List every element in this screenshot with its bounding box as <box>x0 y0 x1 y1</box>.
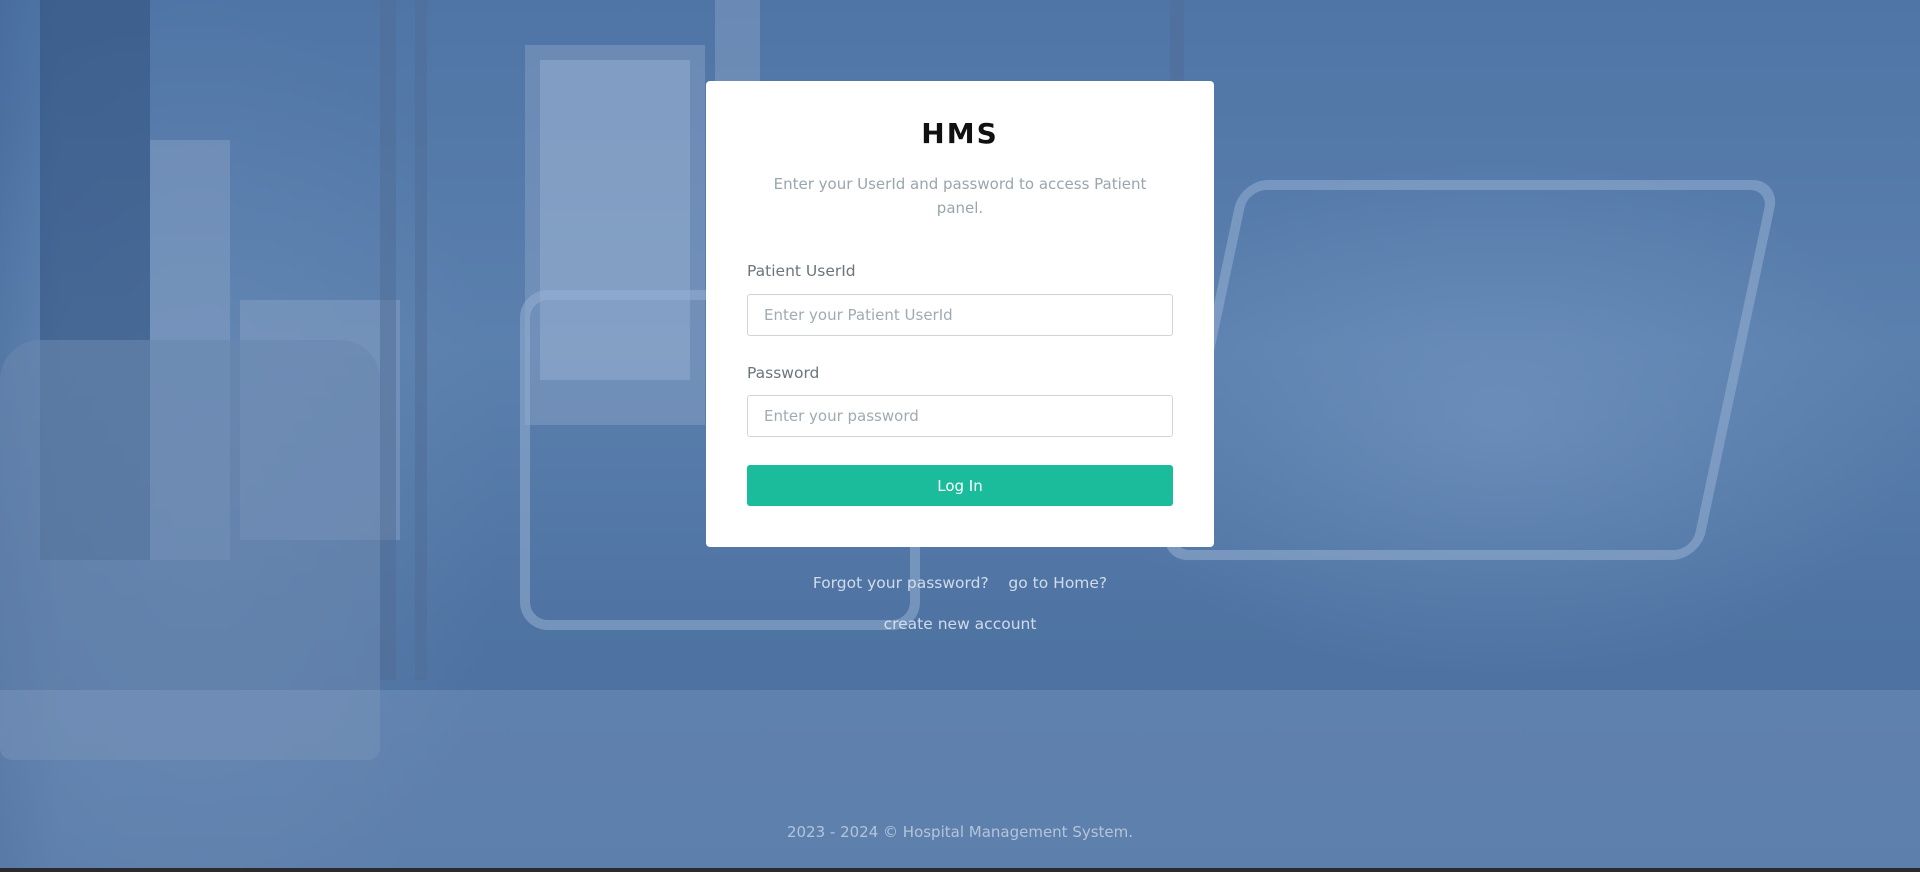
forgot-password-link[interactable]: Forgot your password? <box>813 574 989 592</box>
password-label: Password <box>747 364 820 382</box>
login-button[interactable]: Log In <box>747 465 1173 506</box>
hms-logo: HMS <box>921 121 996 145</box>
go-home-link[interactable]: go to Home? <box>1008 574 1107 592</box>
auth-links: Forgot your password? go to Home? <box>0 574 1920 592</box>
footer-copyright: 2023 - 2024 © Hospital Management System… <box>786 823 1134 841</box>
userid-label: Patient UserId <box>747 262 856 280</box>
userid-input[interactable] <box>747 294 1173 336</box>
create-account-link[interactable]: create new account <box>884 615 1037 633</box>
bottom-edge <box>0 868 1920 872</box>
password-input[interactable] <box>747 395 1173 437</box>
login-instructions: Enter your UserId and password to access… <box>773 175 1147 217</box>
create-account-row: create new account <box>0 615 1920 633</box>
